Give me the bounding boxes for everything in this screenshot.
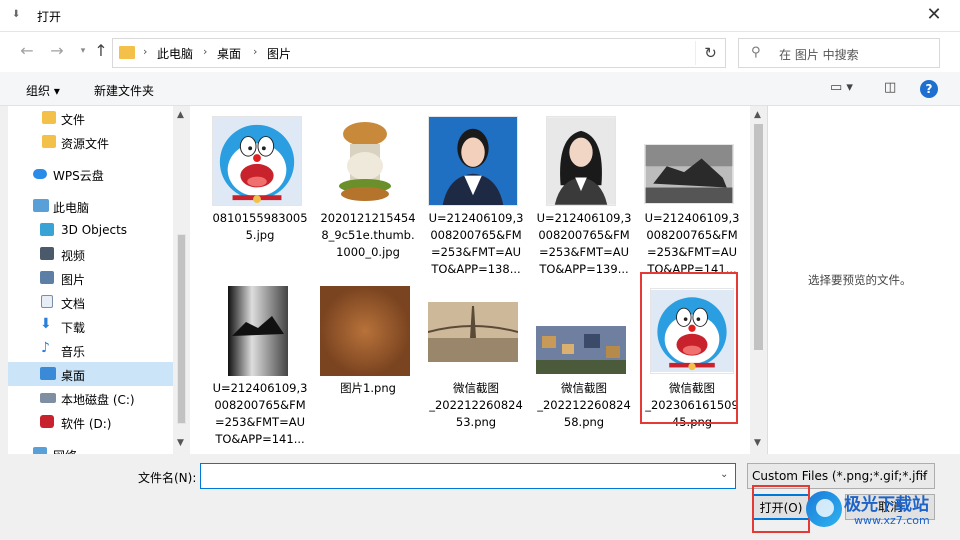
scroll-up-icon[interactable]: ▲: [177, 110, 184, 120]
folder-icon: [119, 46, 135, 59]
title-bar: ⬇ 打开 ✕: [0, 0, 960, 32]
scroll-down-icon[interactable]: ▼: [177, 438, 184, 448]
folder-icon: [42, 111, 56, 124]
document-icon: [41, 295, 53, 308]
doraemon-thumbnail: [212, 116, 302, 206]
app-icon: ⬇: [12, 9, 21, 20]
bridge-thumbnail: [428, 302, 518, 362]
filename-dropdown-icon[interactable]: ⌄: [720, 469, 728, 480]
filename-label: 文件名(N):: [138, 471, 197, 485]
file-type-select[interactable]: Custom Files (*.png;*.gif;*.jfif: [747, 463, 935, 489]
search-input[interactable]: ⚲ 在 图片 中搜索: [738, 38, 940, 68]
view-options-icon[interactable]: ▭ ▾: [830, 80, 853, 95]
sidebar-item-desktop[interactable]: 桌面: [8, 362, 173, 386]
watermark-logo-icon: [806, 491, 842, 527]
watermark-title: 极光下载站: [844, 495, 929, 515]
search-icon: ⚲: [751, 45, 761, 60]
back-button[interactable]: ←: [16, 40, 38, 62]
disk-icon: [40, 393, 56, 403]
navigation-pane: 文件 资源文件 WPS云盘 此电脑 3D Objects 视频 图片 文档 ⬇ …: [8, 106, 173, 454]
file-name: U=212406109,3 008200765&FM =253&FMT=AU T…: [428, 211, 524, 276]
scroll-down-icon[interactable]: ▼: [754, 438, 761, 448]
window-title: 打开: [37, 10, 62, 24]
sidebar-item-videos[interactable]: 视频: [8, 242, 173, 266]
breadcrumb-this-pc[interactable]: 此电脑: [157, 45, 193, 62]
watermark: 极光下载站 www.xz7.com: [806, 487, 956, 535]
search-placeholder: 在 图片 中搜索: [779, 48, 859, 62]
disk-icon: [40, 415, 54, 428]
burger-thumbnail: [320, 116, 410, 206]
sidebar-item-documents[interactable]: 文档: [8, 290, 173, 314]
sidebar-item-drive-d[interactable]: 软件 (D:): [8, 410, 173, 434]
file-name: 图片1.png: [340, 381, 396, 395]
chevron-right-icon: ›: [253, 45, 258, 58]
sidebar-item-pictures[interactable]: 图片: [8, 266, 173, 290]
chevron-down-icon[interactable]: ⌄: [920, 469, 928, 480]
folder-icon: [42, 135, 56, 148]
organize-menu[interactable]: 组织 ▾: [26, 82, 60, 99]
sidebar-item-files[interactable]: 文件: [8, 106, 173, 130]
sidebar-item-this-pc[interactable]: 此电脑: [8, 194, 173, 218]
video-icon: [40, 247, 54, 260]
3d-objects-icon: [40, 223, 54, 236]
close-button[interactable]: ✕: [922, 4, 946, 28]
watermark-url: www.xz7.com: [854, 514, 930, 527]
city-thumbnail: [536, 326, 626, 374]
breadcrumb-pictures[interactable]: 图片: [267, 45, 291, 62]
file-name: 微信截图 _202212260824 58.png: [537, 381, 631, 429]
scroll-up-icon[interactable]: ▲: [754, 110, 761, 120]
refresh-button[interactable]: ↻: [695, 41, 725, 65]
sidebar-item-wps-cloud[interactable]: WPS云盘: [8, 162, 173, 186]
file-name: 微信截图 _202212260824 53.png: [429, 381, 523, 429]
chevron-right-icon: ›: [203, 45, 208, 58]
file-name: U=212406109,3 008200765&FM =253&FMT=AU T…: [536, 211, 632, 276]
breadcrumb-desktop[interactable]: 桌面: [217, 45, 241, 62]
sidebar-scrollbar[interactable]: ▲ ▼: [173, 106, 190, 454]
sidebar-item-downloads[interactable]: ⬇ 下载: [8, 314, 173, 338]
forward-button[interactable]: →: [46, 40, 68, 62]
chevron-right-icon: ›: [143, 45, 148, 58]
open-button[interactable]: 打开(O): [752, 494, 810, 520]
music-icon: ♪: [41, 340, 50, 356]
leather-thumbnail: [320, 286, 410, 376]
file-name: U=212406109,3 008200765&FM =253&FMT=AU T…: [644, 211, 740, 276]
download-icon: ⬇: [40, 316, 52, 332]
cloud-icon: [33, 169, 47, 179]
scrollbar-thumb[interactable]: [177, 234, 186, 424]
file-list: 0810155983005 5.jpg 2020121215454 8_9c51…: [190, 106, 750, 454]
sidebar-item-resources[interactable]: 资源文件: [8, 130, 173, 154]
sidebar-item-music[interactable]: ♪ 音乐: [8, 338, 173, 362]
address-bar[interactable]: › 此电脑 › 桌面 › 图片 ▾ ↻: [112, 38, 791, 68]
up-button[interactable]: ↑: [90, 40, 112, 62]
desktop-icon: [40, 367, 56, 380]
address-row: ← → ▾ ↑ › 此电脑 › 桌面 › 图片 ▾ ↻ ⚲ 在 图片 中搜索: [0, 32, 960, 72]
doraemon-thumbnail: [650, 288, 734, 374]
portrait-thumbnail: [546, 116, 616, 206]
file-name: 微信截图 _202306161509 45.png: [645, 381, 739, 429]
file-name: 2020121215454 8_9c51e.thumb. 1000_0.jpg: [320, 211, 416, 259]
command-bar: 组织 ▾ 新建文件夹 ▭ ▾ ◫ ?: [0, 72, 960, 106]
scrollbar-thumb[interactable]: [754, 124, 763, 350]
help-icon[interactable]: ?: [920, 80, 938, 98]
landscape-thumbnail: [228, 286, 288, 376]
computer-icon: [33, 199, 49, 212]
network-icon: [33, 447, 47, 454]
sidebar-item-network[interactable]: 网络: [8, 442, 173, 454]
file-list-scrollbar[interactable]: ▲ ▼: [750, 106, 767, 454]
sidebar-item-3d-objects[interactable]: 3D Objects: [8, 218, 173, 242]
sidebar-item-drive-c[interactable]: 本地磁盘 (C:): [8, 386, 173, 410]
preview-pane: 选择要预览的文件。: [767, 106, 960, 454]
landscape-thumbnail: [644, 144, 734, 204]
file-name: U=212406109,3 008200765&FM =253&FMT=AU T…: [212, 381, 308, 446]
filename-input[interactable]: [200, 463, 736, 489]
portrait-thumbnail: [428, 116, 518, 206]
new-folder-button[interactable]: 新建文件夹: [94, 82, 154, 99]
pictures-icon: [40, 271, 54, 284]
file-name: 0810155983005 5.jpg: [212, 211, 308, 242]
preview-pane-icon[interactable]: ◫: [884, 80, 896, 95]
preview-message: 选择要预览的文件。: [808, 273, 912, 287]
